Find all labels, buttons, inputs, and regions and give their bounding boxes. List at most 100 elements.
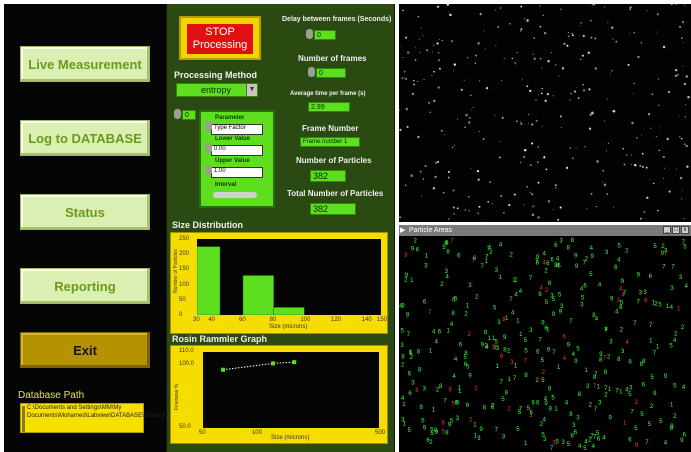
interval-slider[interactable] xyxy=(213,192,257,198)
dropdown-arrow-icon[interactable]: ▼ xyxy=(246,84,257,96)
particle-label: 1 xyxy=(554,406,558,412)
particle-dot xyxy=(639,217,643,220)
particle-label: 4 xyxy=(519,289,523,295)
method-index-field[interactable]: 0 xyxy=(182,110,196,120)
size-distribution-y-tick: 100 xyxy=(179,281,190,288)
log-to-database-button[interactable]: Log to DATABASE xyxy=(20,120,150,156)
particle-label: 7 xyxy=(633,321,637,327)
particle-dot xyxy=(547,60,550,63)
particle-label: 1 xyxy=(466,304,470,310)
minimize-icon[interactable]: _ xyxy=(663,226,671,234)
particle-dot xyxy=(532,53,534,55)
particle-dot xyxy=(579,34,581,36)
size-distribution-plot xyxy=(196,239,381,316)
reporting-button[interactable]: Reporting xyxy=(20,268,150,304)
particle-label: 3 xyxy=(664,248,668,254)
particle-label: 8 xyxy=(549,406,553,412)
particle-label: 2 xyxy=(589,403,593,409)
rosin-rammler-y-tick: 50.0 xyxy=(179,424,191,430)
stop-processing-button[interactable]: STOP Processing xyxy=(179,16,261,60)
particle-dot xyxy=(569,99,571,101)
particle-dot xyxy=(586,208,588,210)
number-of-frames-field[interactable]: 0 xyxy=(316,68,346,78)
status-button[interactable]: Status xyxy=(20,194,150,230)
particle-label: 1 xyxy=(619,389,623,395)
particle-label: 4 xyxy=(511,311,515,317)
particle-label: 6 xyxy=(554,243,558,249)
particle-dot xyxy=(655,31,657,33)
particle-dot xyxy=(582,34,585,38)
particle-label: 3 xyxy=(468,283,472,289)
particle-dot xyxy=(477,212,480,215)
size-distribution-bar xyxy=(242,275,274,316)
particle-label: 6 xyxy=(466,403,470,409)
close-icon[interactable]: x xyxy=(681,226,689,234)
particle-dot xyxy=(662,155,665,159)
particle-label: 7 xyxy=(569,319,573,325)
particle-dot xyxy=(437,160,440,163)
lower-value-spinner[interactable] xyxy=(205,143,212,153)
particle-label: 7 xyxy=(443,398,447,404)
parameter-select[interactable]: Type Factor xyxy=(211,124,263,135)
live-measurement-button[interactable]: Live Measurement xyxy=(20,46,150,82)
particle-dot xyxy=(554,183,557,187)
particle-label: 4 xyxy=(626,340,630,346)
particle-label: 8 xyxy=(569,412,573,418)
particle-label: 3 xyxy=(529,328,533,334)
particle-dot xyxy=(646,196,649,199)
particle-dot xyxy=(687,95,690,99)
frames-spinner[interactable] xyxy=(308,67,315,77)
particle-label: 1 xyxy=(429,348,433,354)
upper-value-spinner[interactable] xyxy=(205,165,212,175)
delay-spinner[interactable] xyxy=(306,29,313,39)
particle-dot xyxy=(485,86,489,90)
delay-field[interactable]: 0 xyxy=(314,30,336,40)
database-path-field[interactable]: C:\Documents and Settings\MM\My Document… xyxy=(20,403,165,433)
particle-dot xyxy=(646,10,648,12)
particle-label: 1 xyxy=(487,336,491,342)
particle-dot xyxy=(526,185,528,188)
particle-label: 9 xyxy=(405,273,409,279)
particle-dot xyxy=(402,56,404,58)
particle-dot xyxy=(424,164,427,167)
particle-label: 4 xyxy=(563,356,567,362)
particle-label: 9 xyxy=(411,247,415,253)
lower-value-field[interactable]: 0.00 xyxy=(211,145,263,156)
number-of-particles-value: 382 xyxy=(310,170,346,182)
particle-label: 5 xyxy=(545,300,549,306)
particle-dot xyxy=(419,38,421,40)
particle-areas-titlebar[interactable]: ▶ Particle Areas _ □ x xyxy=(399,225,691,236)
particle-dot xyxy=(513,193,516,196)
particle-label: 7 xyxy=(529,276,533,282)
method-spinner[interactable] xyxy=(174,109,181,119)
upper-value-label: Upper Value xyxy=(215,158,250,164)
particle-label: 4 xyxy=(602,436,606,442)
particle-label: 5 xyxy=(501,397,505,403)
particle-label: 1 xyxy=(499,275,503,281)
particle-dot xyxy=(437,86,440,89)
particle-dot xyxy=(441,39,444,42)
particle-dot xyxy=(432,187,435,190)
particle-dot xyxy=(432,51,434,53)
size-distribution-x-tick: 80 xyxy=(269,317,277,323)
particle-label: 2 xyxy=(401,363,405,369)
particle-dot xyxy=(588,88,591,91)
exit-button[interactable]: Exit xyxy=(20,332,150,368)
particle-dot xyxy=(633,82,635,85)
particle-dot xyxy=(589,5,591,7)
particle-label: 5 xyxy=(541,378,545,384)
particle-label: 6 xyxy=(563,334,567,340)
particle-dot xyxy=(641,165,644,168)
particle-label: 8 xyxy=(445,431,449,437)
particle-dot xyxy=(420,27,422,29)
particle-dot xyxy=(405,184,407,186)
upper-value-field[interactable]: 1.00 xyxy=(211,167,263,178)
particle-dot xyxy=(629,8,631,11)
path-browse-handle[interactable] xyxy=(22,406,25,432)
particle-label: 2 xyxy=(509,252,513,258)
maximize-icon[interactable]: □ xyxy=(672,226,680,234)
particle-dot xyxy=(405,78,408,80)
particle-label: 9 xyxy=(610,296,614,302)
particle-dot xyxy=(495,9,496,11)
parameter-spinner[interactable] xyxy=(205,121,212,131)
